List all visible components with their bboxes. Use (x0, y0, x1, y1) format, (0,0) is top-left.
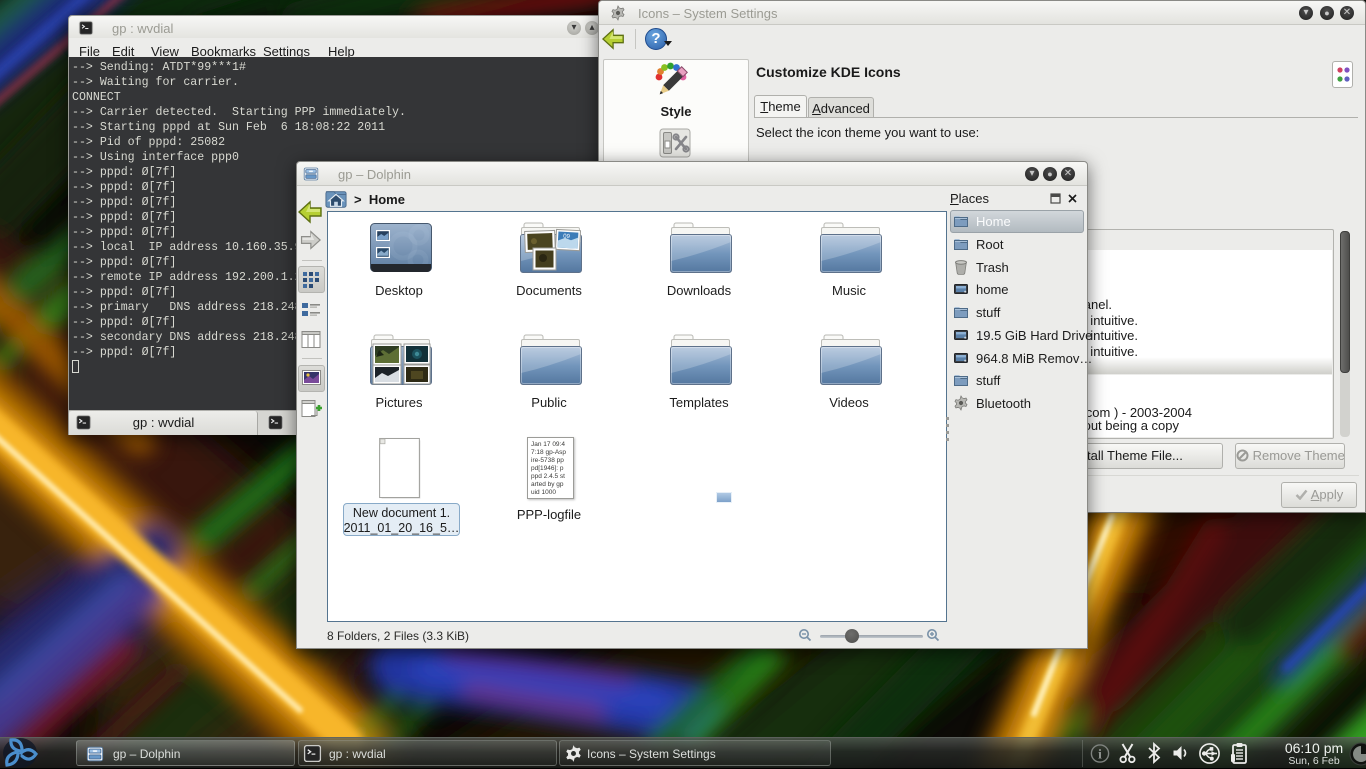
svg-text:i: i (1098, 748, 1102, 763)
